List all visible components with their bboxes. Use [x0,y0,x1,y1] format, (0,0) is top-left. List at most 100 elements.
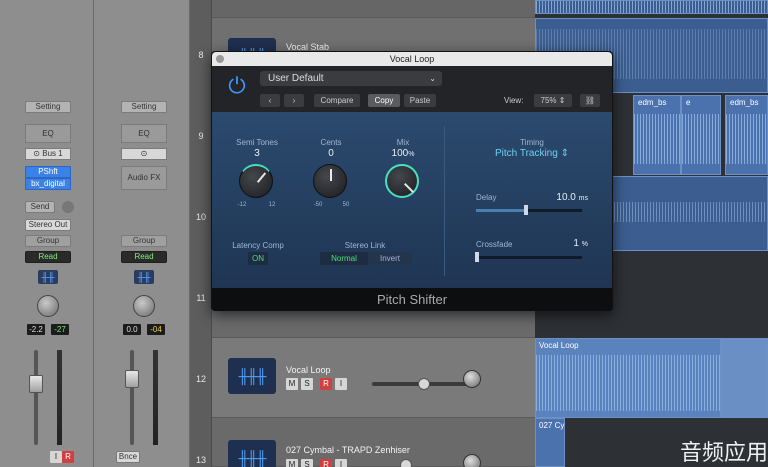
plugin-slot-bx-digital[interactable]: bx_digital [25,178,71,190]
link-button[interactable]: ⊙ [121,148,167,160]
track-number: 10 [195,212,206,222]
track-row-7[interactable] [212,0,535,18]
volume-fader[interactable] [29,375,43,393]
cents-knob[interactable] [313,164,347,198]
send-knob[interactable] [62,201,74,213]
cents-max: 50 [342,202,350,208]
pan-knob[interactable] [133,295,155,317]
volume-slider[interactable] [418,378,430,390]
waveform-icon[interactable]: ╫╫ [38,270,58,284]
delay-slider-fill [476,209,526,212]
peak-value: -27 [51,324,69,335]
plugin-slot-pshft[interactable]: PShft [25,166,71,178]
mute-button[interactable]: M [286,459,298,467]
track-row-13[interactable]: ╫╫╫ 027 Cymbal - TRAPD Zenhiser M S R I [212,418,535,467]
preset-menu[interactable]: User Default ⌄ [260,71,442,86]
region-edm-bs[interactable]: edm_bs [633,95,681,175]
group-button[interactable]: Group [121,235,167,247]
pan-knob[interactable] [463,454,481,467]
automation-read[interactable]: Read [25,251,71,263]
record-button[interactable]: R [320,459,332,467]
mix-knob[interactable] [385,164,419,198]
crossfade-readout: 1 % [548,238,588,249]
pan-knob[interactable] [37,295,59,317]
send-button[interactable]: Send [25,201,55,213]
group-button[interactable]: Group [25,235,71,247]
close-button[interactable] [216,55,224,63]
zoom-select[interactable]: 75% ⇕ [534,94,572,107]
timing-label: Timing [520,138,544,147]
input-monitor-button[interactable]: I [50,451,62,463]
plugin-header: ⏻ User Default ⌄ ‹ › Compare Copy Paste V… [212,66,612,112]
channel-name[interactable]: Bnce [116,451,140,463]
track-row-12[interactable]: ╫╫╫ Vocal Loop M S R I [212,338,535,418]
input-monitor-button[interactable]: I [335,378,347,390]
input-monitor-button[interactable]: I [335,459,347,467]
waveform-icon[interactable]: ╫╫ [134,270,154,284]
region-label: Vocal Loop [539,341,579,350]
stereo-link-normal[interactable]: Normal [320,252,368,265]
latency-comp-toggle[interactable]: ON [248,252,268,265]
volume-value: -2.2 [27,324,45,335]
output-button[interactable]: Stereo Out [25,219,71,231]
volume-slider[interactable] [400,459,412,467]
pan-knob[interactable] [463,370,481,388]
delay-unit: ms [578,195,588,202]
fader-track [130,350,134,445]
eq-slot[interactable]: EQ [25,124,71,143]
plugin-window[interactable]: Vocal Loop ⏻ User Default ⌄ ‹ › Compare C… [211,51,613,311]
mix-readout: 100% [378,148,428,159]
track-name[interactable]: Vocal Loop [286,365,331,375]
track-number: 11 [196,293,206,303]
power-icon[interactable]: ⏻ [224,73,250,99]
solo-button[interactable]: S [301,378,313,390]
chevron-updown-icon: ⇕ [560,148,569,159]
link-icon[interactable]: ⛓ [580,94,600,107]
region[interactable] [535,0,768,14]
region-027-cy[interactable]: 027 Cy [535,418,565,467]
crossfade-slider-track [476,256,582,259]
cents-value: 0 [328,148,334,159]
bus-send[interactable]: ⊙ Bus 1 [25,148,71,160]
semitones-knob[interactable] [239,164,273,198]
paste-button[interactable]: Paste [404,94,436,107]
track-number: 12 [195,374,206,384]
copy-button[interactable]: Copy [368,94,400,107]
channel-strip-1: Setting EQ ⊙ Bus 1 PShft bx_digital Send… [0,0,94,467]
record-button[interactable]: R [320,378,332,390]
region-label: e [686,98,691,107]
region-e[interactable]: e [681,95,721,175]
chevron-down-icon: ⌄ [429,74,436,83]
channel-strip-2: Setting EQ ⊙ Audio FX Group Read ╫╫ 0.0 … [96,0,190,467]
delay-label: Delay [476,193,497,202]
setting-button[interactable]: Setting [25,101,71,113]
compare-button[interactable]: Compare [314,94,360,107]
region-vocal-loop[interactable]: Vocal Loop [535,338,721,418]
link-icon: ⊙ [140,149,148,158]
watermark: 音频应用 [679,440,768,465]
next-preset-button[interactable]: › [284,94,304,107]
region-edm-bs[interactable]: edm_bs [725,95,768,175]
automation-read[interactable]: Read [121,251,167,263]
previous-preset-button[interactable]: ‹ [260,94,280,107]
record-button[interactable]: R [62,451,74,463]
timing-select[interactable]: Pitch Tracking ⇕ [482,148,582,159]
solo-button[interactable]: S [301,459,313,467]
plugin-name: Pitch Shifter [212,288,612,311]
waveform-icon: ╫╫╫ [228,358,276,394]
bus-label: Bus 1 [42,149,63,158]
setting-button[interactable]: Setting [121,101,167,113]
audio-fx-slot[interactable]: Audio FX [121,166,167,190]
region[interactable] [721,338,768,418]
plugin-window-title[interactable]: Vocal Loop [212,52,612,66]
stereo-link-invert[interactable]: Invert [368,252,412,265]
eq-slot[interactable]: EQ [121,124,167,143]
delay-slider[interactable] [524,205,528,215]
crossfade-slider[interactable] [475,252,479,262]
zoom-value: 75% [540,96,557,105]
delay-value: 10.0 [556,192,576,203]
volume-fader[interactable] [125,370,139,388]
timing-value: Pitch Tracking [495,148,558,159]
track-name[interactable]: 027 Cymbal - TRAPD Zenhiser [286,445,410,455]
mute-button[interactable]: M [286,378,298,390]
